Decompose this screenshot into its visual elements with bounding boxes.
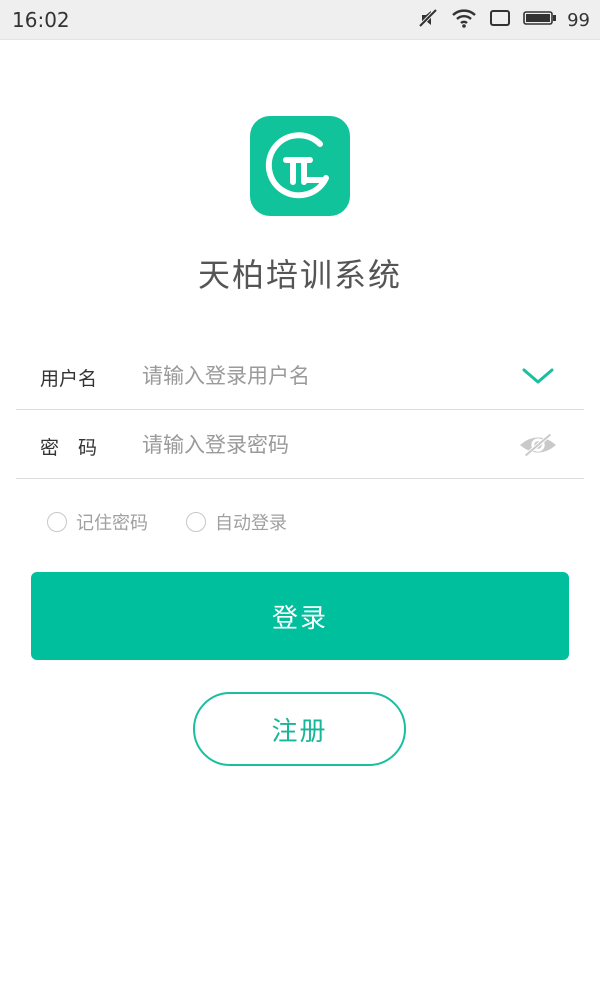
username-input[interactable] (142, 356, 502, 396)
password-row: 密 码 (16, 411, 584, 479)
login-button[interactable]: 登录 (31, 572, 569, 660)
status-icons: 99 (417, 8, 590, 32)
app-title: 天柏培训系统 (197, 256, 402, 294)
remember-password-label: 记住密码 (76, 513, 148, 534)
battery-level: 99 (567, 9, 590, 31)
mute-icon (417, 7, 439, 33)
auto-login-option[interactable]: 自动登录 (186, 509, 287, 535)
eye-hidden-icon[interactable] (518, 427, 558, 463)
app-logo-icon (250, 116, 350, 216)
password-label: 密 码 (40, 437, 98, 459)
auto-login-label: 自动登录 (215, 513, 287, 534)
login-options: 记住密码 自动登录 (47, 509, 287, 535)
battery-icon (523, 10, 557, 30)
auto-login-radio[interactable] (186, 512, 206, 532)
password-input[interactable] (142, 425, 502, 465)
username-label: 用户名 (40, 368, 98, 390)
register-button[interactable]: 注册 (193, 692, 406, 766)
wifi-icon (451, 7, 477, 33)
screen-rotation-icon (489, 8, 511, 32)
status-bar: 16:02 99 (0, 0, 600, 40)
remember-password-radio[interactable] (47, 512, 67, 532)
chevron-down-icon[interactable] (518, 358, 558, 394)
remember-password-option[interactable]: 记住密码 (47, 509, 148, 535)
status-time: 16:02 (12, 8, 70, 32)
username-row: 用户名 (16, 342, 584, 410)
